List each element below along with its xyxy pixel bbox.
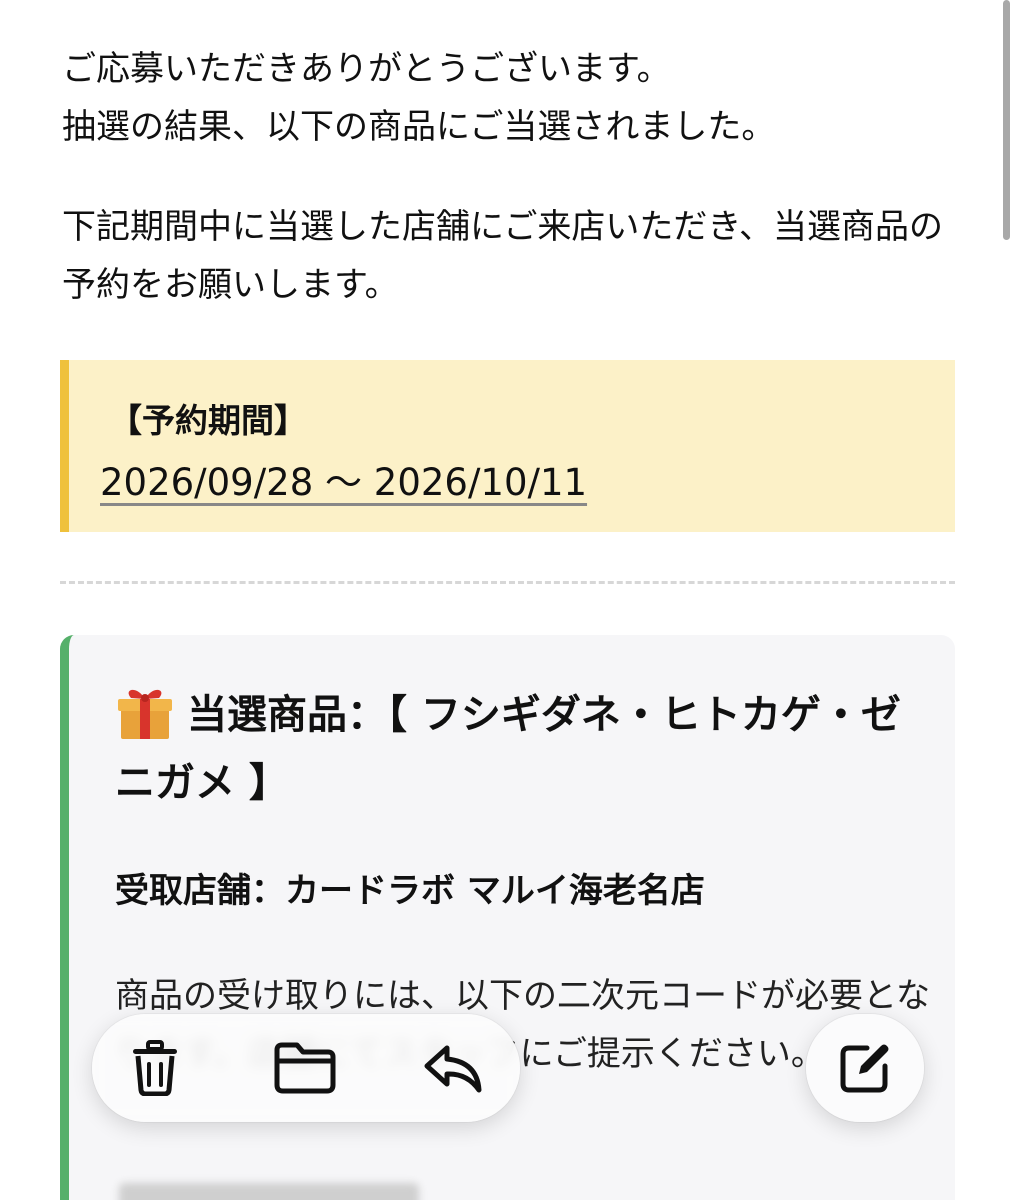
- reservation-period-label: 【予約期間】: [109, 401, 307, 440]
- prize-title: 当選商品：【 フシギダネ・ヒトカゲ・ゼニガメ 】: [115, 692, 901, 806]
- trash-icon: [133, 1040, 177, 1096]
- move-folder-button[interactable]: [268, 1031, 342, 1105]
- delete-button[interactable]: [118, 1031, 192, 1105]
- reservation-period-dates[interactable]: 2026/09/28 〜 2026/10/11: [100, 452, 587, 506]
- instruction-paragraph: 下記期間中に当選した店舗にご来店いただき、当選商品の予約をお願いします。: [62, 207, 943, 305]
- reply-icon: [424, 1045, 482, 1093]
- scrollbar[interactable]: [1003, 0, 1010, 240]
- compose-icon: [840, 1044, 889, 1093]
- mail-action-toolbar: [92, 1014, 520, 1122]
- obscured-text: [119, 1183, 419, 1200]
- greeting-line-2: 抽選の結果、以下の商品にご当選されました。: [62, 107, 776, 147]
- reply-button[interactable]: [416, 1031, 490, 1105]
- greeting-line-1: ご応募いただきありがとうございます。: [62, 49, 671, 89]
- dashed-divider: [60, 581, 955, 584]
- greeting-paragraph: ご応募いただきありがとうございます。 抽選の結果、以下の商品にご当選されました。: [62, 40, 952, 156]
- compose-button[interactable]: [806, 1014, 924, 1122]
- mail-view: ご応募いただきありがとうございます。 抽選の結果、以下の商品にご当選されました。…: [0, 0, 1016, 1200]
- pickup-store: 受取店舗：カードラボ マルイ海老名店: [115, 871, 705, 911]
- reservation-period-box: 【予約期間】 2026/09/28 〜 2026/10/11: [60, 360, 955, 532]
- folder-icon: [274, 1042, 336, 1094]
